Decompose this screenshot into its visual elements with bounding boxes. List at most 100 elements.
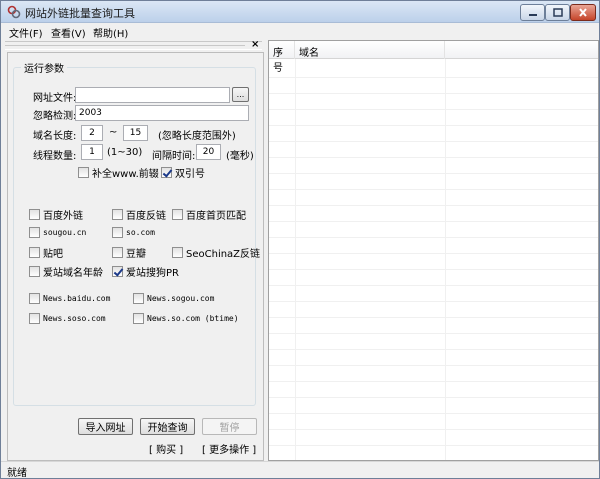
menu-file[interactable]: 文件(F): [9, 25, 43, 40]
domain-length-label: 域名长度:: [33, 131, 77, 142]
status-text: 就绪: [7, 468, 27, 479]
checkbox-box: [29, 227, 40, 238]
grid-row-line: [269, 413, 598, 414]
grid-row-line: [269, 397, 598, 398]
check-so-com[interactable]: so.com: [112, 227, 155, 238]
title-bar[interactable]: 网站外链批量查询工具: [1, 1, 599, 23]
grid-row-line: [269, 381, 598, 382]
checkbox-box: [112, 209, 123, 220]
grid-row-line: [269, 333, 598, 334]
maximize-icon: [552, 8, 563, 17]
checkbox-box: [29, 293, 40, 304]
results-list[interactable]: 序号 域名: [268, 40, 599, 461]
checkbox-box: [112, 227, 123, 238]
grid-row-line: [269, 445, 598, 446]
domain-length-min-input[interactable]: [81, 125, 103, 141]
checkbox-box: [29, 313, 40, 324]
grid-row-line: [269, 157, 598, 158]
check-news-soso[interactable]: News.soso.com: [29, 313, 106, 324]
panel-close-icon[interactable]: ×: [251, 39, 259, 50]
checkbox-box: [172, 247, 183, 258]
grid-row-line: [269, 141, 598, 142]
check-tieba[interactable]: 贴吧: [29, 245, 63, 260]
grid-column-line: [445, 59, 446, 460]
interval-input[interactable]: [196, 144, 221, 160]
ignore-input[interactable]: [75, 105, 249, 121]
grid-row-line: [269, 253, 598, 254]
checkbox-box: [29, 209, 40, 220]
status-bar: 就绪: [1, 461, 599, 478]
interval-label: 间隔时间:: [152, 151, 196, 162]
menu-bar: 文件(F) 查看(V) 帮助(H): [1, 23, 599, 40]
threads-label: 线程数量:: [33, 151, 77, 162]
menu-view[interactable]: 查看(V): [51, 25, 86, 40]
start-query-button[interactable]: 开始查询: [140, 418, 195, 435]
grid-column-line: [295, 59, 296, 460]
range-tilde: ~: [109, 127, 118, 138]
import-urls-button[interactable]: 导入网址: [78, 418, 133, 435]
check-seochinaz[interactable]: SeoChinaZ反链: [172, 245, 260, 260]
main-window: 网站外链批量查询工具 文件(F) 查看(V) 帮助(H) × 运行参数 网址文件…: [0, 0, 600, 479]
column-domain-header[interactable]: 域名: [295, 41, 445, 59]
complete-www-checkbox[interactable]: 补全www.前辍: [78, 165, 159, 180]
grid-row-line: [269, 173, 598, 174]
check-baidu-backlinks[interactable]: 百度反链: [112, 207, 166, 222]
url-file-input[interactable]: [75, 87, 230, 103]
checkbox-box: [78, 167, 89, 178]
link-app-icon: [7, 5, 21, 19]
threads-input[interactable]: [81, 144, 103, 160]
domain-length-note: (忽略长度范围外): [158, 131, 236, 142]
checkbox-box: [112, 266, 123, 277]
grid-row-line: [269, 285, 598, 286]
close-icon: [579, 8, 587, 17]
checkbox-box: [133, 313, 144, 324]
results-header: 序号 域名: [269, 41, 598, 74]
check-sougou[interactable]: sougou.cn: [29, 227, 86, 238]
grid-row-line: [269, 365, 598, 366]
threads-range: (1~30): [107, 147, 143, 158]
grid-row-line: [269, 269, 598, 270]
check-aizhan-domain-age[interactable]: 爱站域名年龄: [29, 264, 103, 279]
ignore-label: 忽略检测:: [33, 111, 77, 122]
double-quote-checkbox[interactable]: 双引号: [161, 165, 205, 180]
checkbox-box: [172, 209, 183, 220]
minimize-icon: [528, 13, 537, 16]
interval-unit: (毫秒): [226, 151, 254, 162]
close-window-button[interactable]: [570, 4, 596, 21]
column-index-header[interactable]: 序号: [269, 41, 295, 74]
grid-row-line: [269, 237, 598, 238]
grid-row-line: [269, 221, 598, 222]
menu-help[interactable]: 帮助(H): [93, 25, 128, 40]
browse-button[interactable]: ...: [232, 87, 249, 102]
checkbox-box: [112, 247, 123, 258]
buy-link[interactable]: [ 购买 ]: [149, 441, 183, 456]
check-news-so-btime[interactable]: News.so.com (btime): [133, 313, 239, 324]
params-group-label: 运行参数: [21, 60, 67, 75]
check-douban[interactable]: 豆瓣: [112, 245, 146, 260]
window-title: 网站外链批量查询工具: [25, 7, 135, 20]
grid-row-line: [269, 349, 598, 350]
grid-row-line: [269, 109, 598, 110]
checkbox-box: [29, 266, 40, 277]
grid-row-line: [269, 125, 598, 126]
check-baidu-homepage-match[interactable]: 百度首页匹配: [172, 207, 246, 222]
check-news-baidu[interactable]: News.baidu.com: [29, 293, 110, 304]
check-baidu-outlinks[interactable]: 百度外链: [29, 207, 83, 222]
pause-button[interactable]: 暂停: [202, 418, 257, 435]
maximize-button[interactable]: [545, 4, 570, 21]
checkbox-box: [133, 293, 144, 304]
checkbox-box: [29, 247, 40, 258]
check-aizhan-sogou-pr[interactable]: 爱站搜狗PR: [112, 264, 179, 279]
grid-row-line: [269, 205, 598, 206]
grid-row-line: [269, 93, 598, 94]
url-file-label: 网址文件:: [33, 93, 77, 104]
domain-length-max-input[interactable]: [123, 125, 148, 141]
minimize-button[interactable]: [520, 4, 545, 21]
grid-row-line: [269, 301, 598, 302]
check-news-sogou[interactable]: News.sogou.com: [133, 293, 214, 304]
grid-row-line: [269, 317, 598, 318]
grid-row-line: [269, 77, 598, 78]
panel-grip[interactable]: [5, 41, 262, 50]
more-actions-link[interactable]: [ 更多操作 ]: [202, 441, 256, 456]
checkbox-box: [161, 167, 172, 178]
